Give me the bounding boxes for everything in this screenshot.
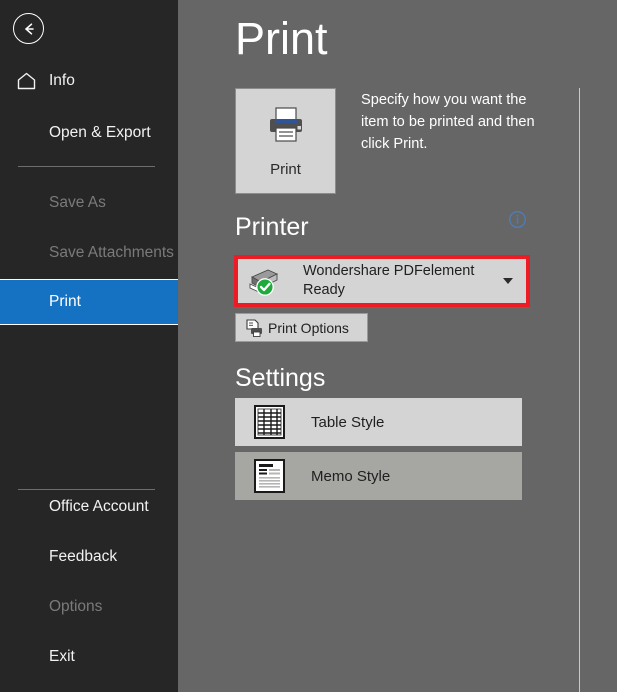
sidebar-item-options: Options (0, 584, 178, 630)
memo-document-icon (253, 458, 286, 494)
sidebar-item-label: Office Account (49, 498, 149, 515)
sidebar-item-feedback[interactable]: Feedback (0, 534, 178, 580)
sidebar-item-label: Options (49, 598, 103, 615)
sidebar-item-label: Print (49, 293, 81, 310)
print-description: Specify how you want the item to be prin… (361, 92, 535, 153)
sidebar-item-open-export[interactable]: Open & Export (0, 110, 178, 156)
setting-memo-style[interactable]: Memo Style (235, 452, 522, 500)
settings-section-heading: Settings (235, 364, 326, 392)
table-grid-icon (253, 404, 286, 440)
info-circle-icon[interactable] (508, 210, 527, 229)
printer-section-heading: Printer (235, 213, 309, 241)
sidebar-item-info[interactable]: Info (0, 58, 178, 104)
print-button[interactable]: Print (235, 88, 336, 194)
sidebar-item-label: Save As (49, 194, 106, 211)
print-options-icon (244, 318, 264, 338)
sidebar-divider-top (18, 166, 155, 167)
setting-table-style[interactable]: Table Style (235, 398, 522, 446)
print-options-button[interactable]: Print Options (235, 313, 368, 342)
sidebar: Info Open & Export Save As Save Attachme… (0, 0, 178, 692)
print-button-label: Print (270, 160, 301, 178)
sidebar-item-label: Open & Export (49, 124, 151, 141)
sidebar-item-save-as: Save As (0, 180, 178, 226)
back-arrow-icon (20, 20, 38, 38)
setting-label: Table Style (311, 413, 385, 431)
sidebar-item-label: Exit (49, 648, 75, 665)
sidebar-item-print[interactable]: Print (0, 279, 178, 325)
home-icon (16, 71, 37, 92)
panel-divider-rule (579, 88, 580, 692)
page-title: Print (235, 13, 328, 64)
printer-icon (264, 105, 308, 150)
chevron-down-icon[interactable] (503, 278, 513, 284)
printer-status: Ready (303, 282, 345, 298)
main-panel: Print Print Specify how you want the ite… (178, 0, 617, 692)
printer-ready-icon (246, 265, 280, 297)
sidebar-item-exit[interactable]: Exit (0, 634, 178, 680)
sidebar-item-save-attachments: Save Attachments (0, 230, 178, 276)
printer-name: Wondershare PDFelement (303, 263, 475, 279)
sidebar-item-label: Save Attachments (49, 244, 174, 261)
sidebar-item-label: Info (49, 72, 75, 89)
setting-label: Memo Style (311, 467, 391, 485)
sidebar-item-label: Feedback (49, 548, 118, 565)
print-options-label: Print Options (268, 319, 349, 336)
sidebar-item-office-account[interactable]: Office Account (0, 484, 178, 530)
back-button[interactable] (13, 13, 44, 44)
printer-dropdown[interactable]: Wondershare PDFelement Ready (238, 259, 526, 303)
